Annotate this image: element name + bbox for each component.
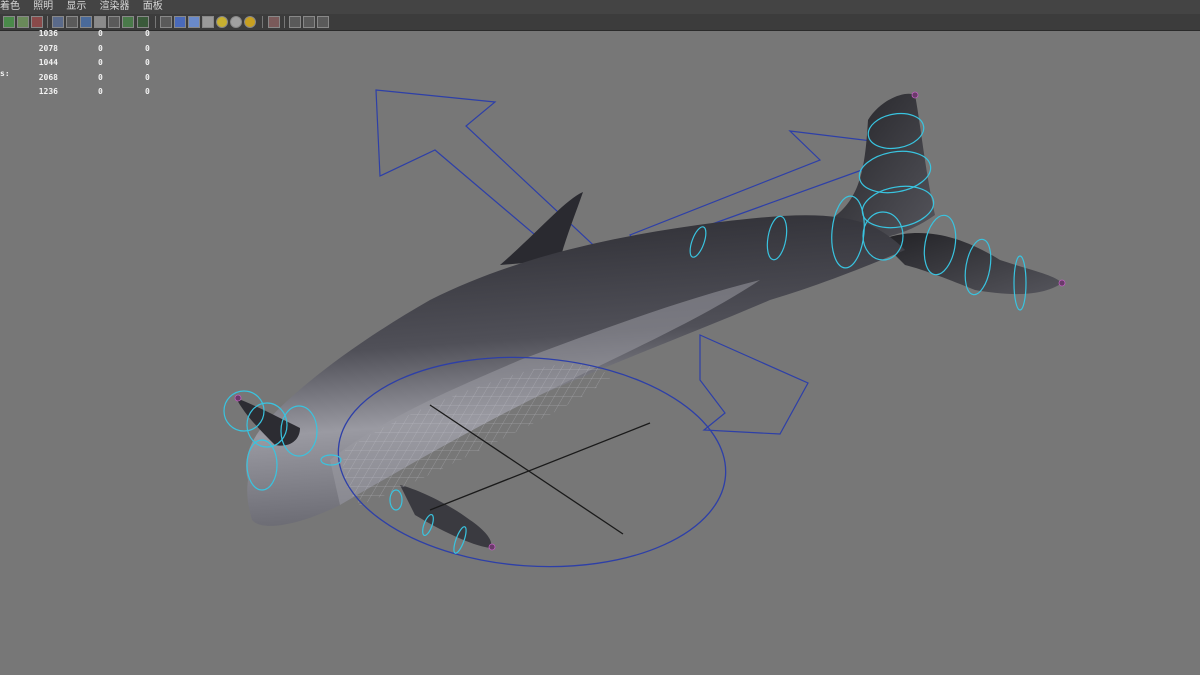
tail-fluke-lower[interactable] <box>880 232 1062 295</box>
toolbar-separator <box>284 16 285 28</box>
menu-panels[interactable]: 面板 <box>143 0 163 14</box>
default-light-icon[interactable] <box>216 16 228 28</box>
locator-pectoral[interactable] <box>488 543 496 551</box>
menu-lighting[interactable]: 照明 <box>33 0 53 14</box>
checker-icon[interactable] <box>202 16 214 28</box>
resolution-gate-icon[interactable] <box>80 16 92 28</box>
isolate-select-icon[interactable] <box>268 16 280 28</box>
control-pectoral-1[interactable] <box>389 489 403 511</box>
toolbar-separator <box>155 16 156 28</box>
shadow-icon[interactable] <box>244 16 256 28</box>
field-chart-icon[interactable] <box>108 16 120 28</box>
menu-show[interactable]: 显示 <box>66 0 86 14</box>
xray-icon[interactable] <box>122 16 134 28</box>
camera-icon[interactable] <box>17 16 29 28</box>
panel-toolbar <box>0 14 1200 31</box>
object-icon[interactable] <box>289 16 301 28</box>
menu-shading[interactable]: 着色 <box>0 0 20 14</box>
smooth-shade-icon[interactable] <box>174 16 186 28</box>
bookmark-icon[interactable] <box>31 16 43 28</box>
texture-shade-icon[interactable] <box>188 16 200 28</box>
locator-fluke-lower[interactable] <box>1058 279 1066 287</box>
toolbar-separator <box>47 16 48 28</box>
locator-fluke-upper[interactable] <box>911 91 919 99</box>
locator-beak[interactable] <box>234 394 242 402</box>
menu-renderer[interactable]: 渲染器 <box>100 0 130 14</box>
safe-area-icon[interactable] <box>94 16 106 28</box>
wireframe-icon[interactable] <box>160 16 172 28</box>
grid-icon[interactable] <box>52 16 64 28</box>
film-gate-icon[interactable] <box>66 16 78 28</box>
panel-layout-icon[interactable] <box>3 16 15 28</box>
manipulator-arrow-down[interactable] <box>699 334 809 435</box>
share-icon[interactable] <box>317 16 329 28</box>
3d-viewport[interactable] <box>0 30 1200 675</box>
toolbar-separator <box>262 16 263 28</box>
panel-menu-bar: 着色 照明 显示 渲染器 面板 <box>0 0 1200 14</box>
tail-fluke-upper[interactable] <box>830 93 935 240</box>
all-lights-icon[interactable] <box>230 16 242 28</box>
texture-icon[interactable] <box>137 16 149 28</box>
maya-viewport-window: 着色 照明 显示 渲染器 面板 1036 0 0 2078 0 0 1044 0… <box>0 0 1200 675</box>
component-icon[interactable] <box>303 16 315 28</box>
